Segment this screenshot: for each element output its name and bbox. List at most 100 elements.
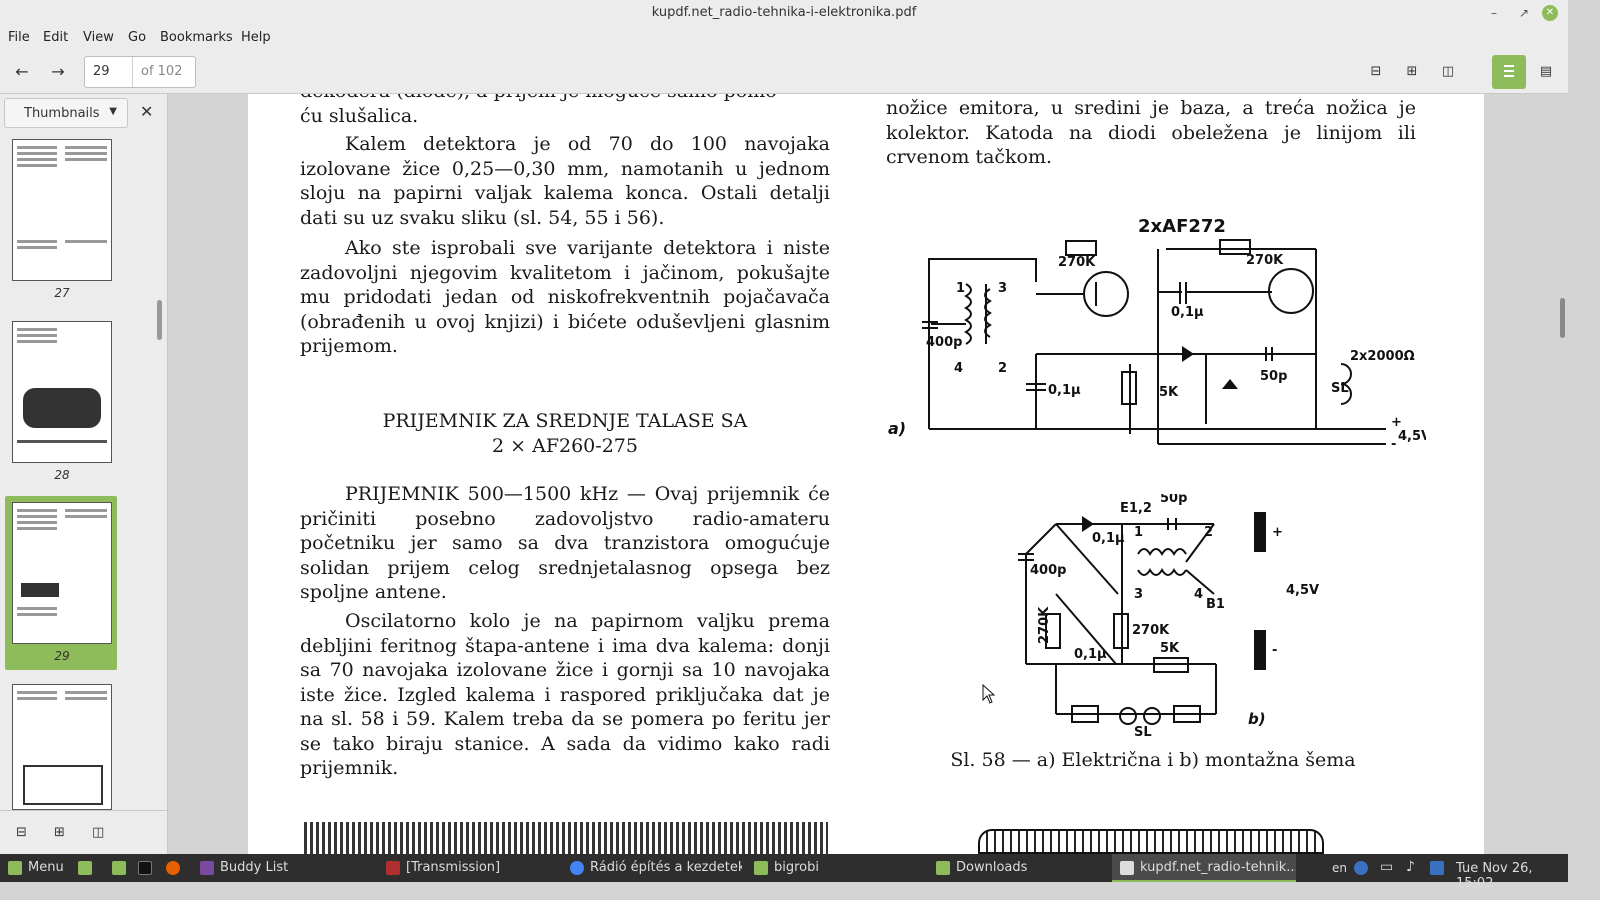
thumbnail-page-27[interactable] [12,139,112,281]
taskbar-item-buddy-list[interactable]: Buddy List [192,854,372,882]
thumbnail-page-29[interactable] [12,502,112,644]
schematic-b-label-minus: - [1272,643,1277,658]
transmission-icon [386,860,400,875]
page-image-bottom-right [978,829,1324,854]
page-image-bottom-left [304,822,828,854]
start-menu-button[interactable]: Menu [0,854,80,882]
schematic-a-pin-4: 4 [954,361,963,376]
files-icon[interactable] [112,861,126,875]
toolbar: ← → ⊟ ⊞ ◫ ▤ [0,50,1568,94]
sidebar-mode-select[interactable]: Thumbnails ▼ [4,98,128,128]
taskbar-item-transmission[interactable]: [Transmission] [378,854,558,882]
accessibility-icon[interactable] [1430,861,1444,875]
thumbnail-label-29: 29 [54,649,70,663]
pdf-viewer-window: kupdf.net_radio-tehnika-i-elektronika.pd… [0,0,1568,891]
taskbar-item-pdf-viewer[interactable]: kupdf.net_radio-tehnik... [1112,854,1296,882]
schematic-b-pin-2: 2 [1204,525,1213,540]
document-view[interactable]: dekodera (diode), a prijem je moguće sam… [168,94,1568,854]
schematic-b-label-cap-1: 0,1µ [1092,531,1125,546]
schematic-b-label-cap-2: 0,1µ [1074,647,1107,662]
taskbar-item-chrome[interactable]: Rádió építés a kezdetek... [562,854,742,882]
dual-page-icon[interactable]: ▤ [1534,60,1558,84]
schematic-a-label-cap-2: 0,1µ [1048,383,1081,398]
back-arrow-icon[interactable]: ← [10,60,34,84]
page-paragraph-1: Kalem detektora je od 70 do 100 navojaka… [300,133,830,229]
figure-caption: Sl. 58 — a) Električna i b) montažna šem… [950,749,1356,771]
network-icon[interactable]: ▭ [1380,859,1393,875]
menu-icon [8,860,22,875]
minimize-icon[interactable]: – [1484,0,1504,26]
collapse-icon[interactable]: ⊟ [16,825,27,840]
schematic-a-label-voltage: 4,5V [1398,429,1426,444]
menu-bookmarks[interactable]: Bookmarks [160,30,233,45]
volume-icon[interactable]: ♪ [1406,859,1415,875]
taskbar-item-downloads[interactable]: Downloads [928,854,1108,882]
sidebar-title: Thumbnails [24,106,100,121]
firefox-icon[interactable] [166,861,180,875]
schematic-a: 2xAF272 270K 270K 0,1µ 400p 0,1µ 5K 50p … [888,216,1426,452]
schematic-a-pin-2: 2 [998,361,1007,376]
shield-icon[interactable] [1354,861,1368,875]
schematic-b-pin-1: 1 [1134,525,1143,540]
thumbnail-page-28[interactable] [12,321,112,463]
continuous-toggle-button[interactable] [1492,55,1526,89]
page-text-col1-top: dekodera (diode), a prijem je moguće sam… [300,94,783,127]
page-heading-line-2: 2 × AF260-275 [492,435,638,457]
pdf-icon [1120,860,1134,875]
page-total-label: of 102 [141,64,183,79]
pdf-page-29: dekodera (diode), a prijem je moguće sam… [248,94,1484,854]
taskbar-item-bigrobi[interactable]: bigrobi [746,854,926,882]
schematic-b-label-270k-1: 270K [1037,606,1052,644]
page-paragraph-3: PRIJEMNIK 500—1500 kHz — Ovaj prijemnik … [300,483,830,603]
keyboard-layout[interactable]: en [1332,861,1347,875]
menu-go[interactable]: Go [128,30,146,45]
schematic-b-label-e12: E1,2 [1120,501,1152,516]
maximize-icon[interactable]: ↗ [1514,0,1534,26]
page-heading-line-1: PRIJEMNIK ZA SREDNJE TALASE SA [382,410,748,432]
fit-page-icon[interactable]: ◫ [1436,60,1460,84]
show-desktop-icon[interactable] [78,861,92,875]
menu-view[interactable]: View [83,30,114,45]
page-number-field[interactable]: 29 of 102 [84,56,196,88]
clock[interactable]: Tue Nov 26, 15:02 [1456,861,1568,891]
continuous-icon [1504,65,1514,77]
schematic-a-pin-1: 1 [956,281,965,296]
thumbnail-label-27: 27 [54,286,70,300]
page-paragraph-4: Oscilatorno kolo je na papirnom valjku p… [300,610,830,779]
expand-icon[interactable]: ⊞ [54,825,65,840]
zoom-in-icon[interactable]: ⊞ [1400,60,1424,84]
schematic-a-label-5k: 5K [1159,385,1179,400]
close-icon[interactable]: ✕ [1542,5,1558,21]
terminal-icon[interactable] [138,861,152,875]
menu-file[interactable]: File [8,30,30,45]
schematic-a-label-cap-1: 0,1µ [1171,305,1204,320]
schematic-a-label-minus: - [1391,437,1396,452]
document-scrollbar[interactable] [1560,298,1565,338]
schematic-a-title: 2xAF272 [1138,216,1226,237]
schematic-a-label-2x2000: 2x2000Ω [1350,349,1415,364]
schematic-b-label-sl: SL [1134,725,1152,740]
sidebar-close-icon[interactable]: ✕ [140,102,153,121]
schematic-b-pin-3: 3 [1134,587,1143,602]
menu-edit[interactable]: Edit [43,30,68,45]
forward-arrow-icon[interactable]: → [46,60,70,84]
schematic-a-label-270k-2: 270K [1246,253,1284,268]
menu-help[interactable]: Help [241,30,271,45]
schematic-b-label-plus: + [1272,525,1283,540]
sidebar-scrollbar[interactable] [157,300,162,340]
folder-icon [936,860,950,875]
fit-icon[interactable]: ◫ [92,825,104,840]
thumbnail-page-30[interactable] [12,684,112,810]
schematic-a-label-50p: 50p [1260,369,1287,384]
schematic-b-pin-4: 4 [1194,587,1203,602]
page-number-input[interactable]: 29 [85,57,133,87]
schematic-b-label-5k: 5K [1160,641,1180,656]
thumbnail-label-28: 28 [54,468,70,482]
title-bar: kupdf.net_radio-tehnika-i-elektronika.pd… [0,0,1568,26]
page-paragraph-2: Ako ste isprobali sve varijante detektor… [300,237,830,357]
page-text-col2-top: nožice emitora, u sredini je baza, a tre… [886,97,1416,168]
mouse-cursor-icon [982,684,996,704]
menu-bar: File Edit View Go Bookmarks Help [0,26,1568,50]
zoom-out-icon[interactable]: ⊟ [1364,60,1388,84]
schematic-b-label-50p: 50p [1160,494,1187,506]
